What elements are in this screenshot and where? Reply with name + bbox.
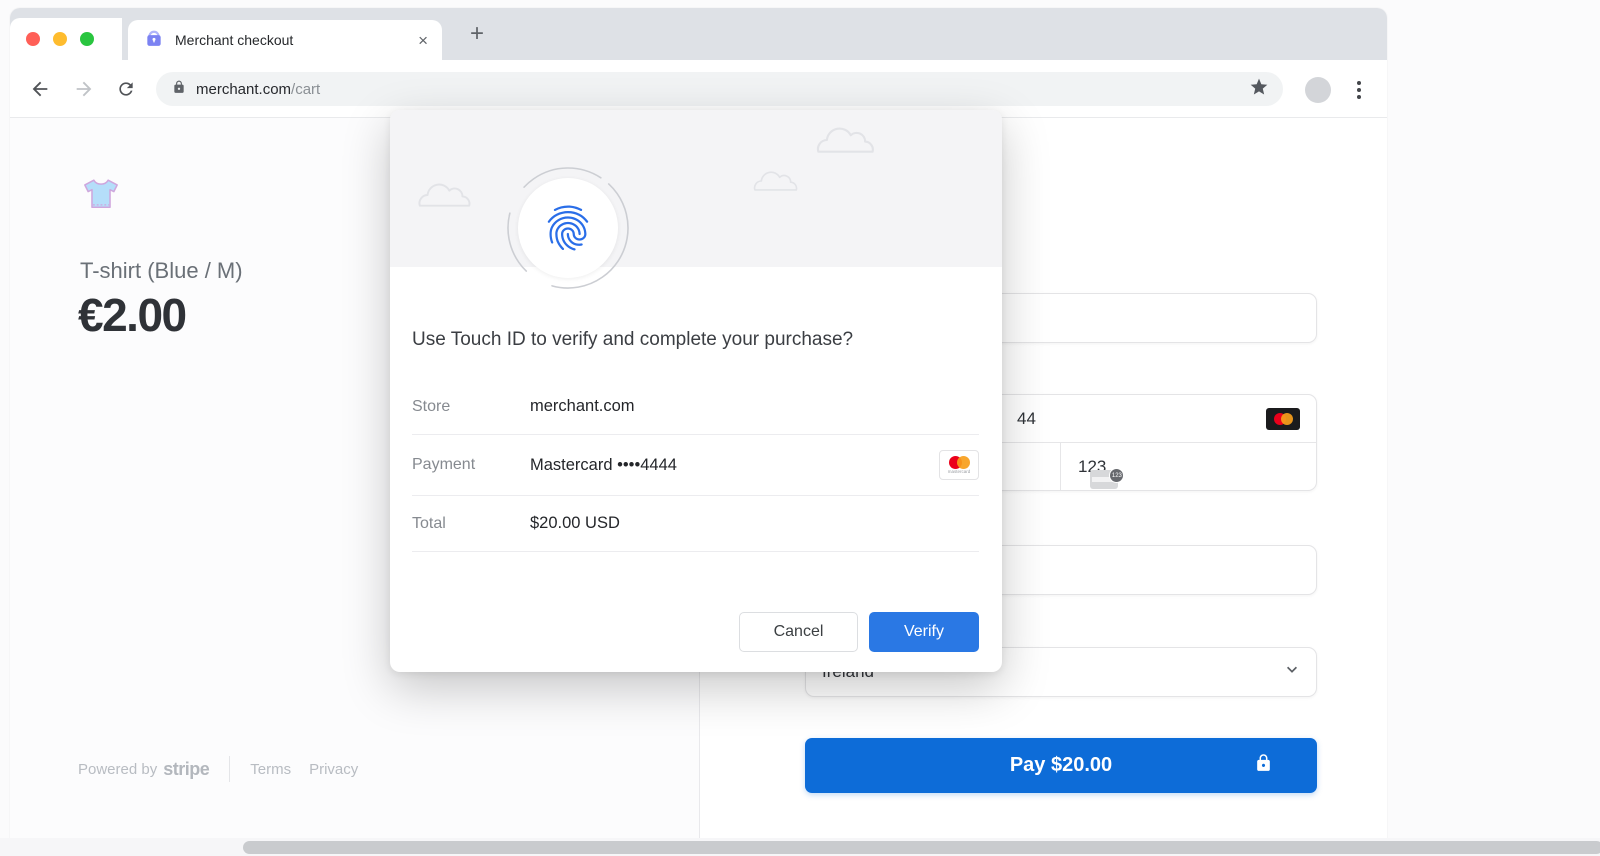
tab-title: Merchant checkout [175,32,418,48]
dialog-body: Use Touch ID to verify and complete your… [390,267,1002,672]
cloud-icon [414,182,476,208]
tab-strip: Merchant checkout × + [10,8,1387,60]
total-value: $20.00 USD [530,514,620,533]
cloud-icon [812,126,880,154]
dialog-details: Store merchant.com Payment Mastercard ••… [412,379,979,552]
address-bar[interactable]: merchant.com/cart [156,72,1283,106]
shopping-bag-favicon-icon [144,28,164,53]
terms-link[interactable]: Terms [250,761,291,778]
desktop: Merchant checkout × + merchant.com/cart [0,0,1600,856]
dialog-header [390,110,1002,267]
new-tab-button[interactable]: + [462,18,492,50]
minimize-window-button[interactable] [53,32,67,46]
horizontal-scrollbar[interactable] [243,841,1600,854]
maximize-window-button[interactable] [80,32,94,46]
card-number-value: 44 [1017,409,1036,429]
url-path: /cart [291,81,320,98]
fingerprint-circle [518,178,618,278]
card-cvc-input[interactable]: 123 123 [1061,443,1316,490]
cloud-icon [750,170,802,192]
mastercard-badge-icon: mastercard [939,450,979,480]
privacy-link[interactable]: Privacy [309,761,358,778]
tab-merchant-checkout[interactable]: Merchant checkout × [128,20,442,60]
store-label: Store [412,398,530,416]
bookmark-star-icon[interactable] [1249,77,1269,102]
payment-label: Payment [412,456,530,474]
pay-button-label: Pay $20.00 [1010,754,1112,777]
store-value: merchant.com [530,397,635,416]
back-icon[interactable] [28,77,52,101]
total-label: Total [412,515,530,533]
store-row: Store merchant.com [412,379,979,435]
url-domain: merchant.com [196,81,291,98]
dialog-buttons: Cancel Verify [412,612,979,652]
https-lock-icon [172,80,186,99]
browser-menu-icon[interactable] [1350,77,1368,103]
bottom-strip [0,838,1600,856]
close-window-button[interactable] [26,32,40,46]
touch-id-dialog: Use Touch ID to verify and complete your… [390,110,1002,672]
total-row: Total $20.00 USD [412,496,979,552]
payment-row: Payment Mastercard ••••4444 mastercard [412,435,979,496]
fingerprint-icon [541,201,595,255]
powered-by-label: Powered by [78,761,157,778]
product-price: €2.00 [78,288,186,342]
verify-button[interactable]: Verify [869,612,979,652]
profile-avatar[interactable] [1305,77,1331,103]
url-text: merchant.com/cart [196,81,1249,98]
stripe-logo: stripe [163,759,209,780]
mastercard-icon [1266,408,1300,430]
dialog-title: Use Touch ID to verify and complete your… [412,329,979,351]
cvc-card-icon: 123 [1090,468,1124,490]
product-name: T-shirt (Blue / M) [80,258,243,284]
footer-divider [229,756,230,782]
tshirt-icon [82,176,120,217]
page-footer: Powered by stripe Terms Privacy [78,756,376,782]
payment-value: Mastercard ••••4444 [530,456,677,475]
tab-close-icon[interactable]: × [418,32,428,49]
chevron-down-icon [1282,660,1302,685]
pay-button[interactable]: Pay $20.00 [805,738,1317,793]
forward-icon[interactable] [72,77,96,101]
pay-lock-icon [1254,753,1273,778]
reload-icon[interactable] [114,77,138,101]
cancel-button[interactable]: Cancel [739,612,858,652]
traffic-lights [10,18,122,60]
